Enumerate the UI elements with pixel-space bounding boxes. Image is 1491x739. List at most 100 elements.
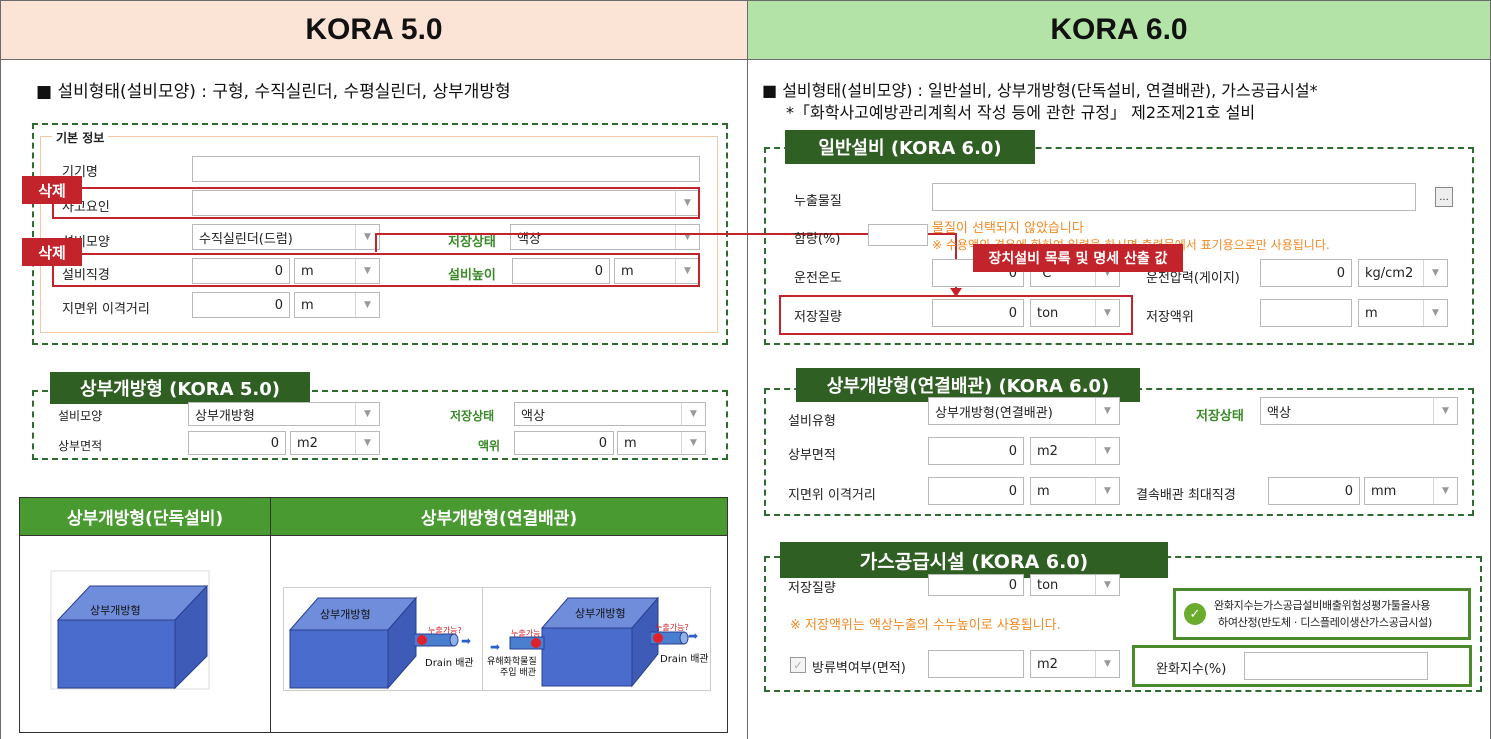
ground-distance-value: 0 [274, 297, 283, 313]
dike-unit: m2 [1037, 656, 1058, 672]
delete-highlight-cause [52, 187, 700, 219]
temp-label: 운전온도 [794, 271, 842, 286]
open-top-6-area-unit-select[interactable]: m2 ▼ [1030, 437, 1120, 465]
arrow-right-icon: ➡ [461, 634, 472, 648]
store-state-select[interactable]: 액상 ▼ [510, 224, 700, 250]
open-top-5-state-value: 액상 [521, 408, 545, 424]
right-bullet-1: ■ 설비형태(설비모양) : 일반설비, 상부개방형(단독설비, 연결배관), … [762, 81, 1318, 100]
pressure-value: 0 [1336, 265, 1345, 281]
right-bullet-2: *「화학사고예방관리계획서 작성 등에 관한 규정」 제2조제21호 설비 [786, 103, 1256, 122]
open-top-5-level-input[interactable]: 0 [514, 431, 614, 455]
ground-distance-unit-select[interactable]: m ▼ [294, 292, 380, 318]
chevron-down-icon: ▼ [681, 432, 705, 454]
arrow-right-icon: ➡ [688, 629, 699, 643]
equipment-name-input[interactable] [192, 156, 700, 182]
storage-level-label: 저장액위 [1146, 310, 1194, 325]
connected-box-1-image [288, 596, 418, 690]
chevron-down-icon: ▼ [1095, 398, 1119, 424]
chevron-down-icon: ▼ [1095, 438, 1119, 464]
open-top-6-area-input[interactable]: 0 [928, 437, 1024, 465]
open-top-6-ground-unit-select[interactable]: m ▼ [1030, 477, 1120, 505]
pipe-diameter-unit: mm [1371, 483, 1397, 499]
open-top-5-shape-label: 설비모양 [58, 409, 103, 423]
pressure-input[interactable]: 0 [1260, 259, 1352, 287]
arrow-right-icon: ➡ [490, 640, 501, 654]
pressure-unit: kg/cm2 [1365, 265, 1414, 281]
open-top-5-shape-value: 상부개방형 [195, 408, 255, 424]
table-header-standalone: 상부개방형(단독설비) [19, 497, 271, 536]
delete-tag-2: 삭제 [22, 238, 82, 266]
open-top-6-ground-input[interactable]: 0 [928, 477, 1024, 505]
open-top-5-area-unit-select[interactable]: m2 ▼ [290, 431, 380, 455]
pipe-diameter-input[interactable]: 0 [1268, 477, 1360, 505]
dike-input[interactable] [928, 650, 1024, 678]
storage-mass-highlight [779, 295, 1133, 335]
open-top-6-ground-value: 0 [1008, 483, 1017, 499]
open-top-5-level-unit-select[interactable]: m ▼ [617, 431, 706, 455]
connected-divider [482, 587, 483, 691]
leak-material-input[interactable] [932, 183, 1416, 211]
chevron-down-icon: ▼ [1423, 260, 1447, 286]
open-top-6-ground-label: 지면위 이격거리 [788, 488, 876, 503]
ground-distance-unit: m [301, 297, 314, 313]
chevron-down-icon: ▼ [681, 403, 705, 425]
open-top-6-state-value: 액상 [1267, 405, 1291, 421]
open-top-5-tag: 상부개방형 (KORA 5.0) [50, 372, 310, 404]
leak-label-3: 누출가능? [655, 623, 689, 632]
mitigation-label: 완화지수(%) [1156, 662, 1227, 677]
open-top-6-state-select[interactable]: 액상 ▼ [1260, 397, 1458, 425]
connected-box-1-label: 상부개방형 [320, 608, 371, 621]
chevron-down-icon: ▼ [1433, 398, 1457, 424]
basic-info-legend: 기본 정보 [52, 129, 109, 146]
open-top-5-shape-select[interactable]: 상부개방형 ▼ [188, 402, 380, 426]
content-input[interactable] [868, 224, 928, 246]
open-top-5-state-label: 저장상태 [450, 409, 495, 423]
more-button[interactable]: ... [1435, 187, 1453, 207]
dike-label: 방류벽여부(면적) [812, 661, 906, 676]
open-top-6-state-label: 저장상태 [1196, 409, 1244, 424]
standalone-box-image [50, 570, 210, 690]
chevron-down-icon: ▼ [355, 293, 379, 317]
dike-unit-select[interactable]: m2 ▼ [1030, 650, 1120, 678]
open-top-6-area-unit: m2 [1037, 443, 1058, 459]
gas-storage-input[interactable]: 0 [928, 574, 1024, 596]
type-select[interactable]: 상부개방형(연결배관) ▼ [928, 397, 1120, 425]
kora6-header: KORA 6.0 [747, 0, 1491, 60]
leak-label-2: 누출가능 [511, 629, 541, 638]
gas-level-note: ※ 저장액위는 액상누출의 수누높이로 사용됩니다. [790, 618, 1061, 633]
open-top-5-level-unit: m [624, 435, 637, 451]
pressure-unit-select[interactable]: kg/cm2 ▼ [1358, 259, 1448, 287]
store-state-value: 액상 [517, 231, 541, 247]
storage-level-unit: m [1365, 305, 1378, 321]
chevron-down-icon: ▼ [1095, 651, 1119, 677]
storage-level-input[interactable] [1260, 299, 1352, 327]
chevron-down-icon: ▼ [355, 432, 379, 454]
shape-select[interactable]: 수직실린더(드럼) ▼ [192, 224, 380, 250]
chevron-down-icon: ▼ [1095, 575, 1119, 595]
open-top-5-area-label: 상부면적 [58, 439, 103, 453]
gas-storage-unit: ton [1037, 577, 1059, 593]
type-label: 설비유형 [788, 414, 836, 429]
gas-storage-label: 저장질량 [788, 581, 836, 596]
open-top-5-area-input[interactable]: 0 [188, 431, 286, 455]
pipe-diameter-label: 결속배관 최대직경 [1136, 488, 1236, 503]
check-circle-icon: ✓ [1184, 603, 1206, 625]
delete-highlight-dimensions [52, 253, 700, 287]
mitigation-input[interactable] [1244, 652, 1428, 680]
pipe-diameter-unit-select[interactable]: mm ▼ [1364, 477, 1458, 505]
ground-distance-input[interactable]: 0 [192, 292, 290, 318]
gas-storage-unit-select[interactable]: ton ▼ [1030, 574, 1120, 596]
mitigation-info-line-1: 완화지수는가스공급설비배출위험성평가툴을사용 [1214, 599, 1431, 612]
table-header-connected: 상부개방형(연결배관) [270, 497, 728, 536]
callout-equipment-spec: 장치설비 목록 및 명세 산출 값 [973, 244, 1183, 272]
open-top-5-area-value: 0 [270, 435, 279, 451]
open-top-5-state-select[interactable]: 액상 ▼ [514, 402, 706, 426]
gas-storage-value: 0 [1008, 577, 1017, 593]
dike-checkbox[interactable]: ✓ [790, 657, 806, 673]
chevron-down-icon: ▼ [1433, 478, 1457, 504]
chevron-down-icon: ▼ [355, 403, 379, 425]
open-top-5-level-label: 액위 [478, 439, 501, 453]
storage-level-unit-select[interactable]: m ▼ [1358, 299, 1448, 327]
drain-label-1: Drain 배관 [425, 658, 474, 669]
mitigation-info-line-2: 하여산정(반도체 · 디스플레이생산가스공급시설) [1218, 616, 1432, 629]
